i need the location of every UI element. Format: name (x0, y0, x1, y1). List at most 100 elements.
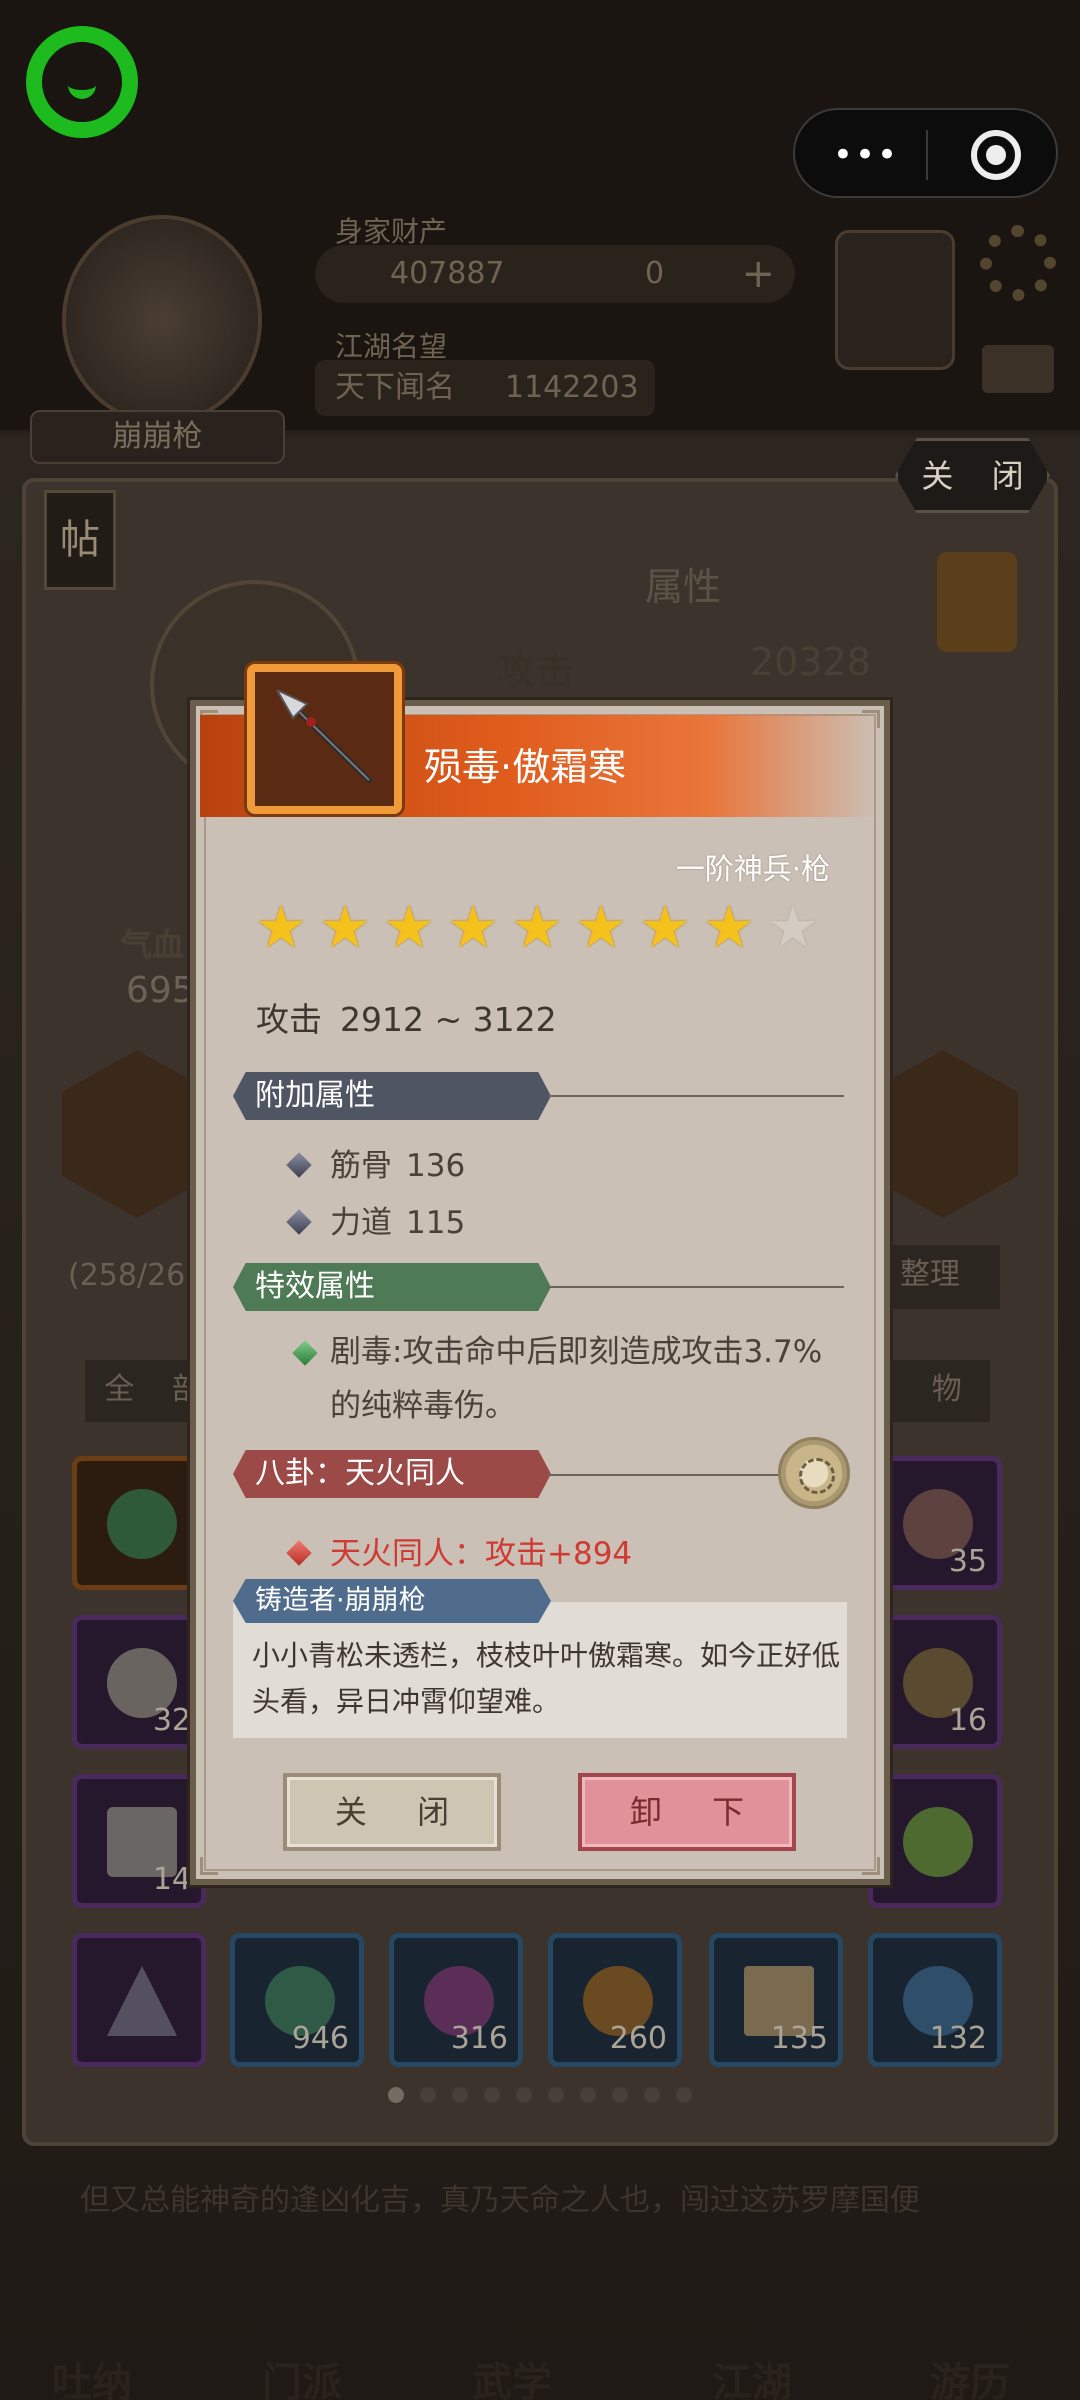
page-dot[interactable] (420, 2087, 436, 2103)
inventory-slot[interactable]: 14 (72, 1774, 206, 1908)
unequip-button[interactable]: 卸 下 (578, 1773, 796, 1851)
star-filled-icon: ★ (447, 893, 499, 961)
star-filled-icon: ★ (511, 893, 563, 961)
player-avatar[interactable] (62, 215, 262, 425)
hp-label: 气血 (120, 926, 185, 964)
special-effect-text: 剧毒:攻击命中后即刻造成攻击3.7%的纯粹毒伤。 (330, 1334, 823, 1424)
special-attr-header: 特效属性 (233, 1263, 551, 1311)
extra-attr-row: 力道 115 (286, 1197, 465, 1242)
close-miniapp-icon[interactable] (971, 130, 1021, 180)
lantern-icon[interactable] (937, 552, 1017, 652)
poem-text: 小小青松未透栏，枝枝叶叶傲霜寒。如今正好低头看，异日冲霄仰望难。 (252, 1639, 841, 1718)
capsule-divider (926, 130, 928, 180)
item-count: 132 (929, 2021, 987, 2056)
star-filled-icon: ★ (255, 893, 307, 961)
star-rating: ★ ★ ★ ★ ★ ★ ★ ★ ★ (255, 893, 821, 961)
item-count: 316 (450, 2021, 508, 2056)
chat-logo-icon[interactable] (26, 26, 138, 138)
page-dot[interactable] (644, 2087, 660, 2103)
nav-tuna[interactable]: 吐纳 (52, 2350, 132, 2400)
inventory-slot[interactable] (72, 1456, 206, 1590)
hp-value: 695 (126, 970, 195, 1011)
inventory-slot[interactable]: 946 (230, 1933, 364, 2067)
star-filled-icon: ★ (319, 893, 371, 961)
wealth-label: 身家财产 (335, 215, 448, 248)
bag-capacity: (258/26 (68, 1258, 186, 1293)
page-indicator (388, 2087, 692, 2103)
taiji-icon[interactable] (835, 230, 955, 370)
wealth-box: 407887 0 + (315, 245, 795, 303)
item-name: 殒毒·傲霜寒 (424, 745, 627, 789)
fame-box: 天下闻名 1142203 (315, 360, 655, 416)
panel-attack-value: 20328 (750, 640, 871, 684)
star-empty-icon: ★ (767, 893, 819, 961)
star-filled-icon: ★ (639, 893, 691, 961)
spear-icon (275, 690, 372, 783)
inventory-slot[interactable]: 260 (548, 1933, 682, 2067)
add-currency-button[interactable]: + (741, 245, 775, 303)
fame-title: 天下闻名 (335, 370, 455, 405)
section-divider (548, 1474, 780, 1476)
more-menu-icon[interactable]: ••• (830, 132, 902, 178)
inventory-slot[interactable]: 132 (868, 1933, 1002, 2067)
page-dot[interactable] (516, 2087, 532, 2103)
attr-title: 属性 (645, 565, 722, 609)
panel-close-button[interactable]: 关 闭 (895, 438, 1050, 513)
fame-value: 1142203 (505, 370, 639, 405)
post-button[interactable]: 帖 (44, 490, 116, 590)
item-attack: 攻击 2912 ~ 3122 (256, 993, 557, 1041)
section-divider (548, 1286, 844, 1288)
top-bar: ••• 崩崩枪 身家财产 407887 0 + 江湖名望 天下闻名 114220… (0, 0, 1080, 464)
bagua-effect-row: 天火同人：攻击+894 (286, 1528, 633, 1573)
nav-jianghu[interactable]: 江湖 (712, 2350, 792, 2400)
item-rank: 一阶神兵·枪 (675, 852, 830, 886)
star-filled-icon: ★ (383, 893, 435, 961)
item-count: 135 (770, 2021, 828, 2056)
page-dot[interactable] (388, 2087, 404, 2103)
jade-ring-icon (107, 1489, 177, 1559)
bagua-icon[interactable] (778, 1437, 850, 1509)
nav-sect[interactable]: 门派 (262, 2350, 342, 2400)
bagua-effect-text: 天火同人：攻击+894 (330, 1536, 633, 1572)
item-count: 32 (152, 1703, 191, 1738)
inventory-slot[interactable] (72, 1933, 206, 2067)
attr-label: 筋骨 (330, 1148, 392, 1184)
maker-header: 铸造者·崩崩枪 (233, 1579, 551, 1623)
corner-ornament (862, 1857, 880, 1875)
item-attack-range: 2912 ~ 3122 (340, 1000, 557, 1039)
item-count: 14 (152, 1862, 191, 1897)
bagua-header: 八卦：天火同人 (233, 1450, 551, 1498)
close-button[interactable]: 关 闭 (283, 1773, 501, 1851)
inventory-slot[interactable]: 316 (389, 1933, 523, 2067)
settings-gear-icon[interactable] (980, 225, 1056, 301)
page-dot[interactable] (580, 2087, 596, 2103)
miniapp-capsule: ••• (793, 108, 1058, 198)
extra-attr-header: 附加属性 (233, 1072, 551, 1120)
item-count: 16 (948, 1703, 987, 1738)
page-dot[interactable] (548, 2087, 564, 2103)
inventory-slot[interactable]: 32 (72, 1615, 206, 1749)
item-count: 946 (291, 2021, 349, 2056)
star-filled-icon: ★ (575, 893, 627, 961)
mail-icon[interactable] (982, 345, 1054, 393)
attr-label: 力道 (330, 1205, 392, 1241)
fame-label: 江湖名望 (335, 330, 448, 363)
diamond-icon (286, 1209, 312, 1235)
page-dot[interactable] (484, 2087, 500, 2103)
panel-attack-label: 攻击 (498, 649, 575, 693)
inventory-slot[interactable]: 135 (709, 1933, 843, 2067)
gem-count: 0 (645, 256, 665, 291)
weapon-icon-frame (247, 664, 402, 814)
corner-ornament (200, 1857, 218, 1875)
herb-icon (903, 1807, 973, 1877)
section-divider (548, 1095, 844, 1097)
item-count: 260 (609, 2021, 667, 2056)
dart-icon (107, 1966, 177, 2036)
extra-attr-row: 筋骨 136 (286, 1140, 465, 1185)
nav-martial[interactable]: 武学 (472, 2350, 552, 2400)
page-dot[interactable] (612, 2087, 628, 2103)
item-attack-label: 攻击 (256, 1000, 322, 1039)
page-dot[interactable] (452, 2087, 468, 2103)
nav-travel[interactable]: 游历 (930, 2350, 1010, 2400)
page-dot[interactable] (676, 2087, 692, 2103)
